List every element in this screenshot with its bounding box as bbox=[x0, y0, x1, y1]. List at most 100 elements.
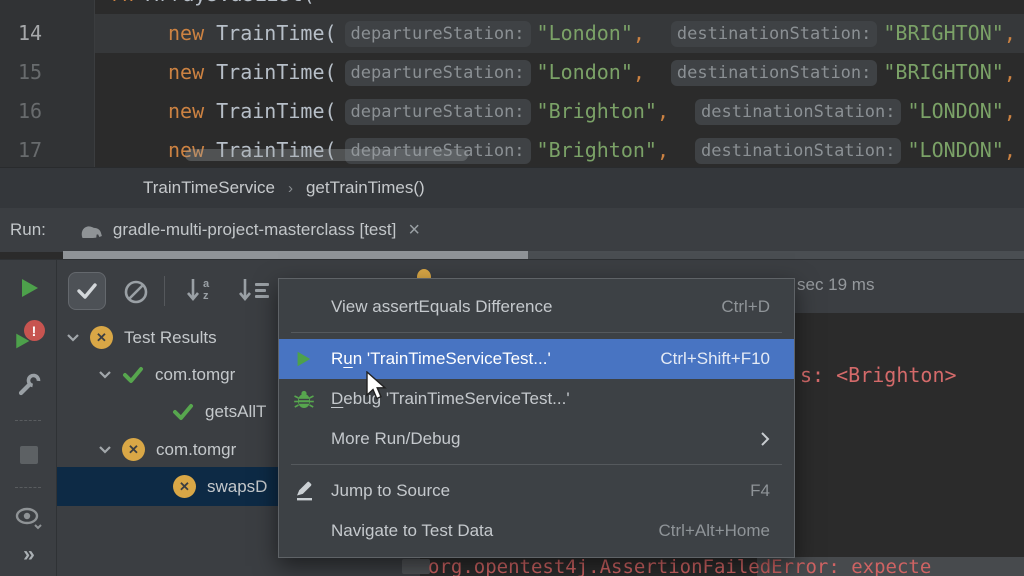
submenu-arrow-icon bbox=[760, 431, 770, 447]
menu-item-label: More Run/Debug bbox=[331, 429, 460, 449]
rerun-button[interactable] bbox=[0, 277, 57, 299]
console-scroll-chip bbox=[402, 559, 430, 574]
constructor-call: TrainTime( bbox=[216, 60, 336, 84]
toolbar-divider bbox=[15, 487, 41, 488]
constructor-call: TrainTime( bbox=[216, 21, 336, 45]
menu-item-more-run-debug[interactable]: More Run/Debug bbox=[279, 419, 794, 459]
menu-item-jump-to-source[interactable]: Jump to Source F4 bbox=[279, 471, 794, 511]
show-options-button[interactable] bbox=[0, 506, 57, 532]
string-literal: "LONDON" bbox=[907, 99, 1003, 123]
line-number: 16 bbox=[18, 92, 78, 131]
keyword-new: new bbox=[168, 60, 204, 84]
chevron-down-icon[interactable] bbox=[98, 370, 112, 379]
breadcrumb-class[interactable]: TrainTimeService bbox=[143, 178, 275, 198]
hidden-toolbar-items-button[interactable]: » bbox=[0, 543, 57, 567]
sort-by-duration-button[interactable] bbox=[238, 277, 269, 303]
test-failed-icon: ✕ bbox=[173, 475, 196, 498]
breadcrumb-method[interactable]: getTrainTimes() bbox=[306, 178, 425, 198]
string-literal: "London" bbox=[537, 21, 633, 45]
stop-icon bbox=[20, 446, 38, 464]
menu-item-label: Jump to Source bbox=[331, 481, 450, 501]
inlay-hint-departure: departureStation: bbox=[345, 99, 531, 125]
tree-row-label: swapsD bbox=[207, 477, 267, 497]
ide-window: rn Arrays.asList( new TrainTime( departure… bbox=[0, 0, 1024, 576]
inlay-hint-departure: departureStation: bbox=[345, 60, 531, 86]
menu-item-debug-test[interactable]: Debug 'TrainTimeServiceTest...' bbox=[279, 379, 794, 419]
list-bars-icon bbox=[255, 283, 269, 298]
wrench-icon bbox=[16, 372, 42, 398]
breadcrumb-separator-icon: › bbox=[288, 180, 293, 197]
arrow-down-icon bbox=[186, 277, 200, 303]
code-line-16: new TrainTime( departureStation:"Brighton"… bbox=[0, 92, 1024, 131]
stop-button[interactable] bbox=[0, 446, 57, 464]
toolbar-divider bbox=[164, 276, 165, 306]
sort-alphabetically-button[interactable]: a z bbox=[186, 277, 209, 303]
test-progress-bar bbox=[63, 251, 1024, 259]
inlay-hint-destination: destinationStation: bbox=[695, 138, 901, 164]
menu-item-navigate-to-test-data[interactable]: Navigate to Test Data Ctrl+Alt+Home bbox=[279, 511, 794, 551]
test-passed-icon bbox=[122, 366, 144, 384]
code-line-14: newTrainTime(departureStation:"London",d… bbox=[0, 14, 1024, 53]
keyword-new: new bbox=[168, 99, 204, 123]
breadcrumb: TrainTimeService › getTrainTimes() bbox=[0, 167, 1024, 208]
sort-letter-a: a bbox=[203, 279, 209, 290]
inlay-hint-departure: departureStation: bbox=[345, 21, 531, 47]
tree-row-package-passed[interactable]: com.tomgr bbox=[98, 356, 235, 393]
string-literal: "LONDON" bbox=[907, 138, 1003, 162]
tree-row-label: getsAllT bbox=[205, 402, 266, 422]
tree-row-label: com.tomgr bbox=[156, 440, 236, 460]
constructor-call: TrainTime( bbox=[216, 99, 336, 123]
inlay-hint-destination: destinationStation: bbox=[671, 21, 877, 47]
run-tab-title[interactable]: gradle-multi-project-masterclass [test] bbox=[113, 220, 396, 240]
string-literal: "Brighton" bbox=[537, 99, 657, 123]
chevron-down-icon[interactable] bbox=[66, 333, 80, 342]
comma: , bbox=[1004, 60, 1016, 84]
code-line-17: newTrainTime(departureStation:"Brighton"… bbox=[0, 131, 1024, 167]
tree-row-package-failed[interactable]: ✕ com.tomgr bbox=[98, 431, 236, 468]
menu-item-view-assertequals-difference[interactable]: View assertEquals Difference Ctrl+D bbox=[279, 287, 794, 327]
gradle-elephant-icon bbox=[79, 221, 104, 240]
console-stacktrace-text: org.opentest4j.AssertionFailedError: exp… bbox=[428, 556, 931, 576]
editor-horizontal-scrollbar[interactable] bbox=[185, 149, 468, 161]
menu-shortcut: Ctrl+D bbox=[691, 297, 770, 317]
tree-row-test-results[interactable]: ✕ Test Results bbox=[66, 319, 217, 356]
test-failed-icon: ✕ bbox=[122, 438, 145, 461]
menu-shortcut: Ctrl+Alt+Home bbox=[629, 521, 770, 541]
show-ignored-toggle[interactable] bbox=[123, 279, 149, 305]
menu-item-run-test[interactable]: Run 'TrainTimeServiceTest...' Ctrl+Shift… bbox=[279, 339, 794, 379]
tree-row-test-passed[interactable]: getsAllT bbox=[172, 393, 266, 430]
test-settings-button[interactable] bbox=[0, 372, 57, 398]
close-tab-icon[interactable]: × bbox=[408, 220, 420, 240]
code-editor[interactable]: rn Arrays.asList( new TrainTime( departure… bbox=[0, 0, 1024, 167]
rerun-failed-tests-button[interactable]: ! bbox=[0, 320, 57, 350]
comma: , bbox=[633, 60, 645, 84]
comma: , bbox=[1004, 99, 1016, 123]
play-icon bbox=[18, 277, 40, 299]
pencil-icon bbox=[294, 481, 315, 502]
run-label: Run: bbox=[10, 220, 46, 240]
mouse-cursor bbox=[365, 371, 391, 406]
tree-row-label: Test Results bbox=[124, 328, 217, 348]
arrow-down-icon bbox=[238, 277, 252, 303]
bug-icon bbox=[294, 389, 314, 409]
checkmark-icon bbox=[76, 282, 98, 300]
show-passed-toggle[interactable] bbox=[68, 272, 106, 310]
inlay-hint-destination: destinationStation: bbox=[671, 60, 877, 86]
run-panel-left-toolbar: ! » bbox=[0, 260, 57, 576]
sort-letter-z: z bbox=[203, 291, 209, 302]
code-keyword-fragment: rn bbox=[110, 0, 134, 6]
context-menu: View assertEquals Difference Ctrl+D Run … bbox=[278, 278, 795, 558]
menu-item-label: View assertEquals Difference bbox=[331, 297, 552, 317]
double-chevron-icon: » bbox=[23, 543, 34, 567]
test-progress-fill bbox=[63, 251, 528, 259]
menu-shortcut: Ctrl+Shift+F10 bbox=[630, 349, 770, 369]
code-line-partial: rn Arrays.asList( bbox=[0, 0, 1024, 14]
play-icon bbox=[294, 350, 312, 368]
menu-item-label: Run 'TrainTimeServiceTest...' bbox=[331, 349, 551, 369]
line-number: 17 bbox=[18, 131, 78, 167]
menu-shortcut: F4 bbox=[720, 481, 770, 501]
chevron-down-icon[interactable] bbox=[98, 445, 112, 454]
test-duration: sec 19 ms bbox=[797, 275, 874, 295]
failed-badge-icon: ! bbox=[24, 320, 45, 341]
code-text: Arrays.asList( bbox=[134, 0, 315, 6]
